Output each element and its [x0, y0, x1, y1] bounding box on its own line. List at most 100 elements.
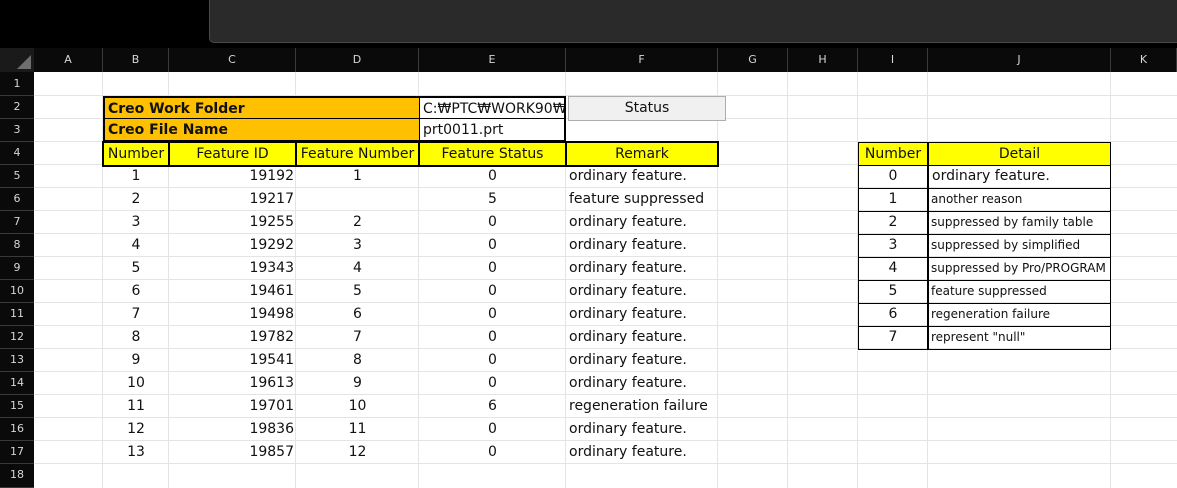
cell-number[interactable]: 5 — [103, 257, 169, 280]
cell-remark[interactable]: ordinary feature. — [566, 441, 718, 464]
row-header-13[interactable]: 13 — [0, 349, 34, 372]
cell-number[interactable]: 4 — [103, 234, 169, 257]
cell-remark[interactable]: ordinary feature. — [566, 280, 718, 303]
header-feature-status[interactable]: Feature Status — [419, 142, 566, 166]
cell-remark[interactable]: regeneration failure — [566, 395, 718, 418]
column-header-k[interactable]: K — [1111, 48, 1177, 72]
column-header-b[interactable]: B — [103, 48, 169, 72]
select-all-button[interactable] — [0, 48, 34, 72]
legend-cell-detail[interactable]: ordinary feature. — [928, 165, 1111, 189]
row-header-15[interactable]: 15 — [0, 395, 34, 418]
column-header-g[interactable]: G — [718, 48, 788, 72]
row-header-16[interactable]: 16 — [0, 418, 34, 441]
column-header-f[interactable]: F — [566, 48, 718, 72]
cell-feature-status[interactable]: 6 — [419, 395, 566, 418]
cell-feature-number[interactable]: 1 — [296, 165, 419, 188]
column-header-c[interactable]: C — [169, 48, 296, 72]
cell-feature-number[interactable]: 2 — [296, 211, 419, 234]
legend-header-number[interactable]: Number — [858, 142, 928, 166]
cell-number[interactable]: 2 — [103, 188, 169, 211]
header-number[interactable]: Number — [103, 142, 169, 166]
cell-remark[interactable]: ordinary feature. — [566, 326, 718, 349]
legend-cell-number[interactable]: 2 — [858, 211, 928, 235]
file-name-value[interactable]: prt0011.prt — [419, 119, 566, 142]
cell-feature-id[interactable]: 19782 — [169, 326, 296, 349]
legend-cell-detail[interactable]: suppressed by simplified — [928, 234, 1111, 258]
cell-feature-id[interactable]: 19461 — [169, 280, 296, 303]
legend-cell-detail[interactable]: suppressed by Pro/PROGRAM — [928, 257, 1111, 281]
cell-feature-id[interactable]: 19541 — [169, 349, 296, 372]
cell-remark[interactable]: ordinary feature. — [566, 257, 718, 280]
row-header-9[interactable]: 9 — [0, 257, 34, 280]
cell-number[interactable]: 12 — [103, 418, 169, 441]
legend-cell-number[interactable]: 4 — [858, 257, 928, 281]
row-header-3[interactable]: 3 — [0, 119, 34, 142]
cell-feature-number[interactable]: 3 — [296, 234, 419, 257]
legend-cell-detail[interactable]: another reason — [928, 188, 1111, 212]
column-header-e[interactable]: E — [419, 48, 566, 72]
legend-cell-detail[interactable]: suppressed by family table — [928, 211, 1111, 235]
cell-remark[interactable]: feature suppressed — [566, 188, 718, 211]
legend-cell-number[interactable]: 6 — [858, 303, 928, 327]
column-header-h[interactable]: H — [788, 48, 858, 72]
row-header-18[interactable]: 18 — [0, 464, 34, 488]
cell-feature-id[interactable]: 19701 — [169, 395, 296, 418]
row-header-8[interactable]: 8 — [0, 234, 34, 257]
cell-feature-number[interactable]: 4 — [296, 257, 419, 280]
header-feature-number[interactable]: Feature Number — [296, 142, 419, 166]
cell-feature-id[interactable]: 19192 — [169, 165, 296, 188]
cell-number[interactable]: 10 — [103, 372, 169, 395]
cell-feature-number[interactable]: 9 — [296, 372, 419, 395]
cell-feature-id[interactable]: 19217 — [169, 188, 296, 211]
cell-feature-status[interactable]: 0 — [419, 326, 566, 349]
cell-feature-id[interactable]: 19255 — [169, 211, 296, 234]
row-header-1[interactable]: 1 — [0, 72, 34, 96]
cell-number[interactable]: 8 — [103, 326, 169, 349]
cell-feature-status[interactable]: 0 — [419, 441, 566, 464]
row-header-12[interactable]: 12 — [0, 326, 34, 349]
cell-remark[interactable]: ordinary feature. — [566, 165, 718, 188]
column-header-j[interactable]: J — [928, 48, 1111, 72]
cell-remark[interactable]: ordinary feature. — [566, 372, 718, 395]
cell-remark[interactable]: ordinary feature. — [566, 211, 718, 234]
cell-feature-status[interactable]: 0 — [419, 211, 566, 234]
legend-cell-number[interactable]: 3 — [858, 234, 928, 258]
row-header-14[interactable]: 14 — [0, 372, 34, 395]
legend-cell-number[interactable]: 7 — [858, 326, 928, 350]
status-button[interactable]: Status — [568, 96, 726, 121]
row-header-2[interactable]: 2 — [0, 96, 34, 119]
cell-feature-number[interactable]: 7 — [296, 326, 419, 349]
legend-header-detail[interactable]: Detail — [928, 142, 1111, 166]
row-header-11[interactable]: 11 — [0, 303, 34, 326]
cell-remark[interactable]: ordinary feature. — [566, 349, 718, 372]
cell-feature-id[interactable]: 19292 — [169, 234, 296, 257]
row-header-6[interactable]: 6 — [0, 188, 34, 211]
cell-feature-number[interactable]: 11 — [296, 418, 419, 441]
work-folder-label[interactable]: Creo Work Folder — [103, 96, 419, 119]
cell-number[interactable]: 1 — [103, 165, 169, 188]
column-header-d[interactable]: D — [296, 48, 419, 72]
cell-number[interactable]: 3 — [103, 211, 169, 234]
cell-number[interactable]: 9 — [103, 349, 169, 372]
cell-feature-status[interactable]: 5 — [419, 188, 566, 211]
row-header-17[interactable]: 17 — [0, 441, 34, 464]
cell-feature-status[interactable]: 0 — [419, 303, 566, 326]
row-header-10[interactable]: 10 — [0, 280, 34, 303]
work-folder-value[interactable]: C:₩PTC₩WORK90₩ — [419, 96, 566, 119]
formula-bar[interactable] — [209, 0, 1177, 43]
cell-remark[interactable]: ordinary feature. — [566, 234, 718, 257]
cell-feature-number[interactable] — [296, 188, 419, 211]
cell-remark[interactable]: ordinary feature. — [566, 418, 718, 441]
legend-cell-detail[interactable]: regeneration failure — [928, 303, 1111, 327]
cell-feature-status[interactable]: 0 — [419, 280, 566, 303]
cell-feature-number[interactable]: 8 — [296, 349, 419, 372]
legend-cell-number[interactable]: 0 — [858, 165, 928, 189]
cell-feature-status[interactable]: 0 — [419, 349, 566, 372]
cell-feature-number[interactable]: 6 — [296, 303, 419, 326]
cell-number[interactable]: 6 — [103, 280, 169, 303]
cell-feature-number[interactable]: 5 — [296, 280, 419, 303]
cell-feature-number[interactable]: 10 — [296, 395, 419, 418]
row-header-7[interactable]: 7 — [0, 211, 34, 234]
cell-feature-id[interactable]: 19498 — [169, 303, 296, 326]
legend-cell-detail[interactable]: represent "null" — [928, 326, 1111, 350]
